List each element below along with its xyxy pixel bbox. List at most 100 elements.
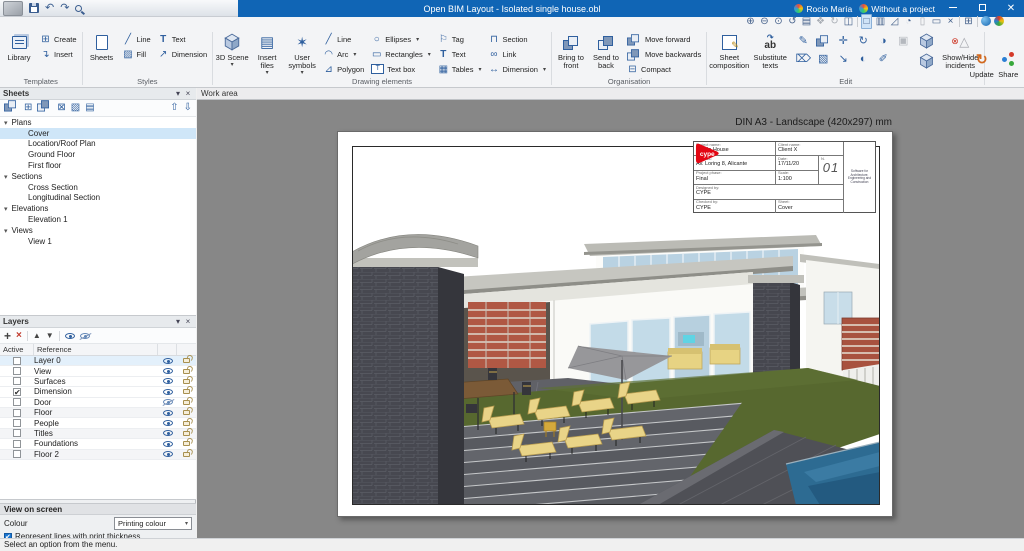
text-style-button[interactable]: TText — [155, 32, 210, 46]
insert-files-button[interactable]: ▤ Insert files — [250, 30, 284, 76]
hide-all-layers-icon[interactable] — [80, 333, 90, 339]
rotate-button[interactable]: ↻ — [855, 34, 871, 49]
substitute-texts-button[interactable]: ab Substitute texts — [750, 30, 790, 76]
link-tool[interactable]: ∞Link — [486, 47, 549, 61]
sheet-composition-button[interactable]: Sheet composition — [709, 30, 749, 76]
layer-lock-icon[interactable] — [183, 389, 190, 394]
tables-tool[interactable]: ▦Tables — [435, 62, 485, 76]
layer-active-checkbox[interactable] — [13, 367, 21, 375]
sheet-item-elevation-1[interactable]: Elevation 1 — [0, 214, 196, 225]
sheet-item-view-1[interactable]: View 1 — [0, 236, 196, 247]
window-layout-icon[interactable]: ⊞ — [963, 15, 974, 28]
layer-active-checkbox[interactable] — [13, 409, 21, 417]
clock-icon[interactable]: ◔ — [903, 15, 914, 28]
layer-visibility-icon[interactable] — [163, 430, 173, 436]
share-button[interactable]: Share — [996, 47, 1022, 87]
sheet-item-cover[interactable]: Cover — [0, 128, 196, 139]
layer-row-surfaces[interactable]: Surfaces — [0, 377, 196, 387]
anchor-button[interactable]: ▣ — [895, 34, 911, 49]
layer-active-checkbox[interactable] — [13, 398, 21, 406]
sheets-group-sections[interactable]: Sections — [0, 171, 196, 182]
layer-row-foundations[interactable]: Foundations — [0, 439, 196, 449]
arc-tool[interactable]: ◠Arc — [320, 47, 367, 61]
add-layer-icon[interactable]: + — [4, 329, 11, 343]
collapse-panel-icon[interactable]: ▾ — [173, 317, 183, 326]
update-button[interactable]: ↻ Update — [969, 47, 995, 87]
layer-visibility-icon[interactable] — [163, 389, 173, 395]
text-box-tool[interactable]: TText box — [368, 62, 434, 76]
layer-visibility-icon[interactable] — [163, 378, 173, 384]
app-icon[interactable] — [3, 1, 23, 16]
show-all-layers-icon[interactable] — [65, 333, 75, 339]
move-forward-button[interactable]: Move forward — [624, 32, 704, 46]
collapse-panel-icon[interactable]: ▾ — [173, 89, 183, 98]
dimension-style-button[interactable]: ↗Dimension — [155, 47, 210, 61]
close-button[interactable]: ✕ — [1000, 3, 1022, 14]
user-account[interactable]: Rocio María — [794, 4, 852, 14]
selection-rectangle-icon[interactable]: ▭ — [931, 15, 942, 28]
mirror-button[interactable]: ◑ — [875, 34, 891, 49]
sheets-group-plans[interactable]: Plans — [0, 117, 196, 128]
layer-row-dimension[interactable]: Dimension — [0, 387, 196, 397]
view-3d-wire-button[interactable] — [918, 53, 935, 69]
layer-up-icon[interactable]: ▲ — [33, 329, 41, 343]
layer-row-floor2[interactable]: Floor 2 — [0, 450, 196, 460]
library-button[interactable]: Library — [2, 30, 36, 76]
layer-row-titles[interactable]: Titles — [0, 429, 196, 439]
layer-lock-icon[interactable] — [183, 452, 190, 457]
colour-select[interactable]: Printing colour — [114, 517, 192, 530]
sheet-item-first-floor[interactable]: First floor — [0, 160, 196, 171]
sheet-item-cross-section[interactable]: Cross Section — [0, 182, 196, 193]
layer-row-floor[interactable]: Floor — [0, 408, 196, 418]
restore-button[interactable] — [971, 3, 993, 14]
clipboard-icon[interactable]: ▯ — [917, 15, 928, 28]
bring-to-front-button[interactable]: Bring to front — [554, 30, 588, 76]
sheets-group-views[interactable]: Views — [0, 225, 196, 236]
sheets-style-button[interactable]: Sheets — [85, 30, 119, 76]
help-icon[interactable] — [994, 16, 1004, 26]
print-view-icon[interactable]: ▤ — [801, 15, 812, 28]
create-button[interactable]: ⊞Create — [37, 32, 80, 46]
view-3d-solid-button[interactable] — [918, 33, 935, 49]
layer-visibility-icon[interactable] — [163, 451, 173, 457]
sheet-page[interactable]: Project name:Single House Client name:Cl… — [337, 131, 893, 517]
search-icon[interactable] — [75, 5, 82, 12]
rectangles-tool[interactable]: ▭Rectangles — [368, 47, 434, 61]
symmetry-button[interactable]: ◐ — [855, 52, 871, 67]
layer-active-checkbox[interactable] — [13, 388, 21, 396]
line-tool[interactable]: ╱Line — [320, 32, 367, 46]
layer-visibility-icon[interactable] — [163, 420, 173, 426]
screens-icon[interactable]: ◫ — [843, 15, 854, 28]
text-tool[interactable]: TText — [435, 47, 485, 61]
duplicate-sheet-icon[interactable] — [37, 99, 52, 117]
tag-tool[interactable]: ⚐Tag — [435, 32, 485, 46]
layer-active-checkbox[interactable] — [13, 419, 21, 427]
layer-lock-icon[interactable] — [183, 369, 190, 374]
insert-button[interactable]: ↴Insert — [37, 47, 80, 61]
layer-active-checkbox[interactable] — [13, 450, 21, 458]
close-panel-icon[interactable]: × — [183, 317, 193, 326]
layer-row-view[interactable]: View — [0, 366, 196, 376]
delete-button[interactable]: ⌦ — [795, 52, 811, 67]
zoom-window-icon[interactable]: ⊕ — [745, 15, 756, 28]
delete-sheet-icon[interactable]: ⊠ — [57, 101, 65, 115]
minimize-button[interactable] — [942, 3, 964, 14]
orbit-icon[interactable]: ↻ — [829, 15, 840, 28]
user-symbols-button[interactable]: ✶ User symbols — [285, 30, 319, 76]
layer-lock-icon[interactable] — [183, 431, 190, 436]
delete-layer-icon[interactable]: × — [16, 329, 22, 343]
layer-lock-icon[interactable] — [183, 441, 190, 446]
save-icon[interactable] — [29, 3, 39, 13]
match-properties-button[interactable]: ✐ — [875, 52, 891, 67]
layer-lock-icon[interactable] — [183, 379, 190, 384]
layer-active-checkbox[interactable] — [13, 377, 21, 385]
cancel-icon[interactable]: × — [945, 15, 956, 28]
add-sheet-icon[interactable]: ⊞ — [24, 101, 32, 115]
scene-3d-button[interactable]: 3D Scene — [215, 30, 249, 76]
drawing-canvas[interactable]: DIN A3 - Landscape (420x297) mm — [197, 100, 1024, 538]
sheet-item-location-roof[interactable]: Location/Roof Plan — [0, 139, 196, 150]
zoom-out-icon[interactable]: ⊖ — [759, 15, 770, 28]
frame-select-icon[interactable]: □ — [861, 14, 872, 29]
layer-lock-icon[interactable] — [183, 410, 190, 415]
print-sheet-icon[interactable]: ▤ — [85, 101, 94, 115]
